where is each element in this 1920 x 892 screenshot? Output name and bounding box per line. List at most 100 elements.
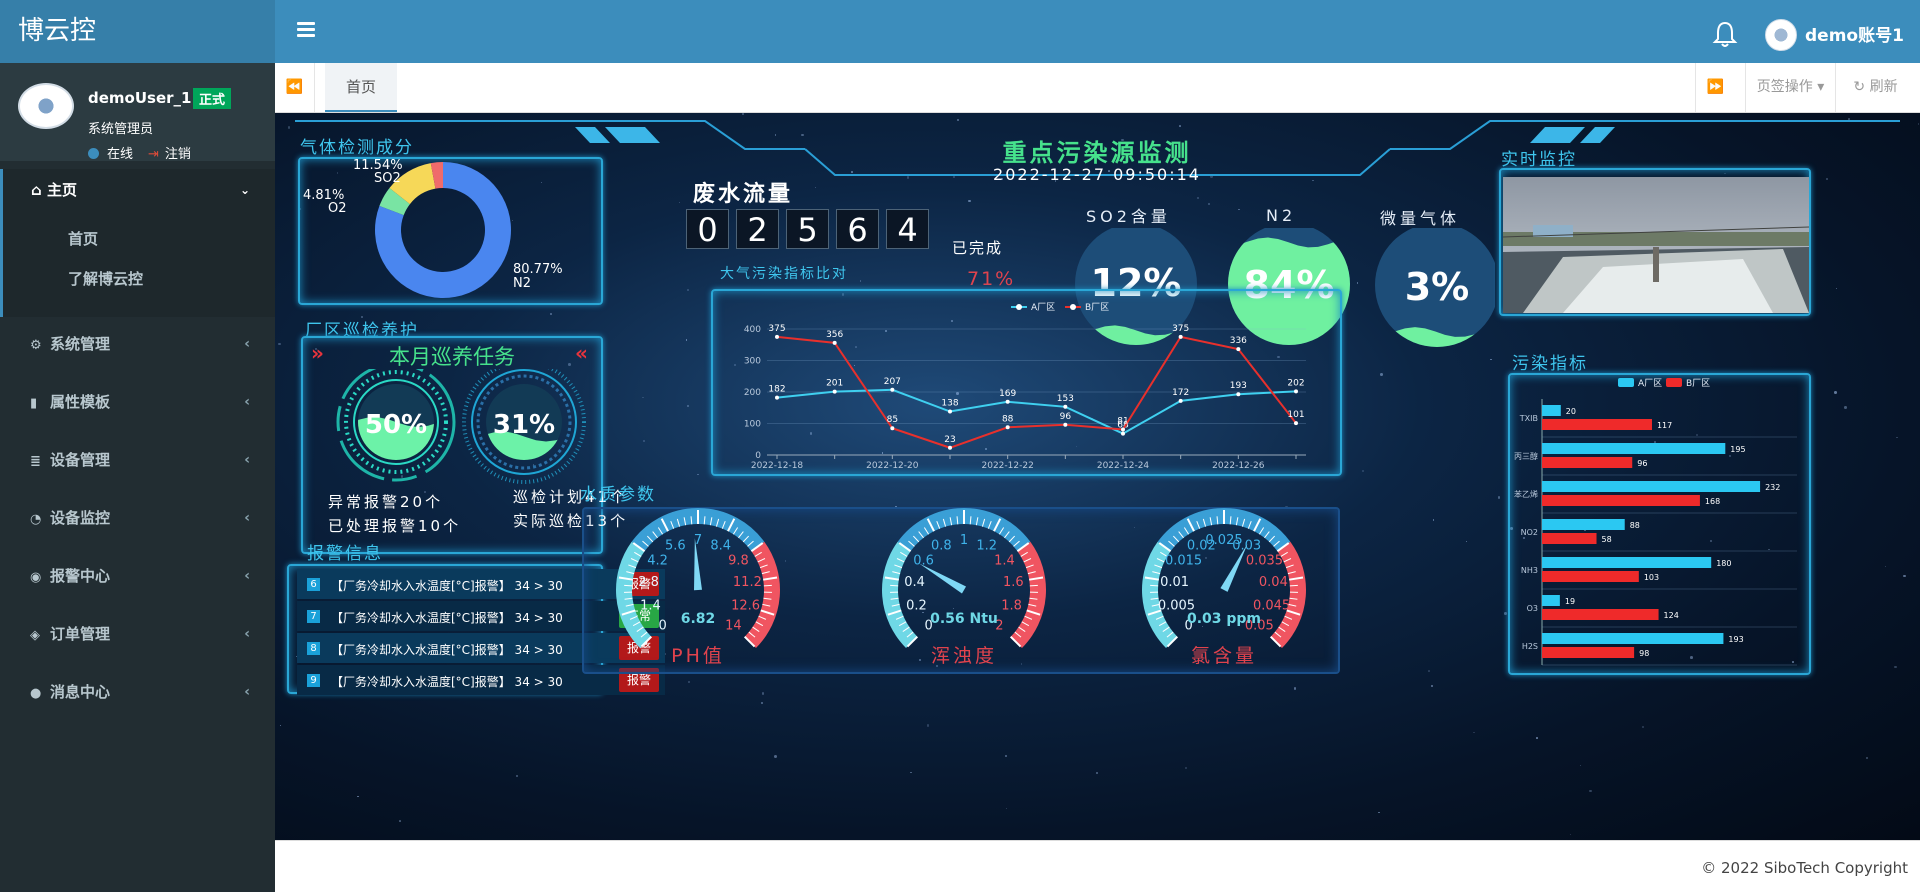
star-decoration — [1579, 764, 1582, 766]
online-label: 在线 — [107, 147, 134, 162]
star-decoration — [1293, 687, 1297, 691]
bar — [1542, 595, 1560, 606]
gauge-tick — [890, 584, 899, 587]
sidebar-item-template[interactable]: ▮ 属性模板 ‹ — [0, 373, 275, 431]
sidebar-item-monitor[interactable]: ◔ 设备监控 ‹ — [0, 489, 275, 547]
dashboard-title: 重点污染源监测 — [1002, 139, 1192, 167]
star-decoration — [1896, 436, 1898, 439]
sidebar-subitem-index[interactable]: 首页 — [3, 219, 275, 259]
refresh-button[interactable]: ↻ 刷新 — [1835, 63, 1915, 112]
chevron-left-icon: ‹ — [244, 626, 250, 642]
legend-marker — [1016, 304, 1022, 310]
tab-scroll-right-button[interactable]: ⏩ — [1695, 63, 1735, 112]
data-point — [1005, 425, 1010, 430]
star-decoration — [1238, 208, 1240, 211]
data-label: 88 — [1002, 414, 1014, 424]
data-point — [1005, 399, 1010, 404]
star-decoration — [643, 440, 645, 442]
data-point — [1121, 431, 1125, 436]
sidebar-item-label: 订单管理 — [50, 625, 111, 643]
alarm-text: 【厂务冷却水入水温度[°C]报警】 34 > 30 — [331, 675, 563, 689]
copyright-text: © 2022 SiboTech Copyright — [1701, 859, 1908, 877]
bar-value-label: 96 — [1637, 459, 1647, 468]
star-decoration — [1844, 406, 1847, 410]
inspection-left-line2: 已处理报警10个 — [328, 517, 462, 535]
home-icon: ⌂ — [31, 181, 47, 199]
status-badge: 正式 — [193, 88, 232, 109]
star-decoration — [1490, 358, 1493, 361]
chevron-left-icon: ‹ — [244, 452, 250, 468]
star-decoration — [1834, 390, 1838, 394]
account-name[interactable]: demo账号1 — [1805, 0, 1904, 72]
avatar[interactable] — [1765, 19, 1797, 51]
sidebar-item-system[interactable]: ⚙ 系统管理 ‹ — [0, 315, 275, 373]
star-decoration — [399, 820, 401, 823]
sign-out-icon: ⇥ — [148, 147, 159, 162]
tab-home[interactable]: 首页 — [325, 63, 397, 112]
pollution-line-chart: 0 100 200 300 400 2022-12-18 2022-12-20 2022-12… — [744, 302, 1306, 471]
sidebar-item-label: 报警中心 — [50, 567, 111, 585]
inspection-percent-left: 50% — [365, 410, 427, 440]
logout-link[interactable]: ⇥ 注销 — [148, 143, 191, 162]
bubble-label-n2: N2 — [1266, 206, 1297, 225]
bar-value-label: 193 — [1728, 635, 1743, 644]
bubble-value-trace: 3% — [1405, 265, 1470, 309]
star-decoration — [860, 280, 862, 282]
flow-digit: 2 — [736, 209, 779, 249]
bar — [1542, 481, 1761, 492]
star-decoration — [1095, 771, 1098, 775]
donut-label-n2-percent: 80.77% — [513, 262, 563, 277]
brand-logo[interactable]: 博云控 — [0, 0, 275, 63]
sidebar-item-alarm[interactable]: ◉ 报警中心 ‹ — [0, 547, 275, 605]
gauge-tick-label: 0.035 — [1246, 554, 1283, 569]
section-title-line-chart: 大气污染指标比对 — [720, 266, 848, 282]
gauge-tick-label: 1.6 — [1003, 575, 1024, 590]
tab-scroll-left-button[interactable]: ⏪ — [275, 63, 315, 112]
bar — [1542, 443, 1726, 454]
data-label: 202 — [1287, 378, 1304, 388]
user-name: demoUser_1 — [88, 89, 192, 107]
section-title-pollution: 污染指标 — [1512, 354, 1588, 374]
gauge-tick-label: 1.8 — [1001, 598, 1022, 613]
bell-icon[interactable] — [1712, 20, 1738, 48]
bar-value-label: 103 — [1644, 573, 1659, 582]
star-decoration — [642, 396, 644, 399]
sidebar-group-home: ⌂ 主页 ⌄ 首页 了解博云控 — [0, 169, 275, 317]
online-status: 在线 — [88, 143, 133, 162]
gauge-tick — [1150, 584, 1159, 587]
gauge-tick-label: 14 — [725, 618, 742, 633]
data-point — [948, 445, 952, 450]
sidebar-item-message[interactable]: ● 消息中心 ‹ — [0, 663, 275, 721]
data-point — [775, 334, 779, 339]
flow-digit: 6 — [836, 209, 879, 249]
sidebar-subitem-about[interactable]: 了解博云控 — [3, 259, 275, 299]
alarm-list: 6 【厂务冷却水入水温度[°C]报警】 34 > 30 报警 7 【厂务冷却水入水温度[… — [297, 569, 665, 695]
chevron-left-icon: ‹ — [244, 510, 250, 526]
sidebar-item-home[interactable]: ⌂ 主页 ⌄ — [3, 169, 275, 211]
data-point — [1063, 422, 1068, 427]
sidebar-item-order[interactable]: ◈ 订单管理 ‹ — [0, 605, 275, 663]
logout-label: 注销 — [164, 147, 191, 162]
data-label: 138 — [941, 399, 958, 409]
chevron-left-icon: ‹ — [244, 684, 250, 700]
menu-toggle-icon[interactable] — [297, 22, 315, 38]
tab-ops-label: 页签操作 — [1756, 79, 1813, 95]
gauge-tick-label: 0.04 — [1259, 575, 1288, 590]
comment-icon: ● — [30, 686, 42, 701]
gas-donut-chart: 80.77% N2 4.81% O2 11.54% SO2 — [303, 158, 563, 298]
star-decoration — [678, 201, 680, 203]
sidebar-item-device[interactable]: ≣ 设备管理 ‹ — [0, 431, 275, 489]
bar — [1542, 405, 1561, 416]
camera-feed-image[interactable] — [1503, 177, 1809, 313]
online-dot-icon — [88, 148, 99, 159]
tab-ops-dropdown[interactable]: 页签操作 ▾ — [1745, 63, 1835, 112]
gauge-tick-label: 1.4 — [640, 598, 661, 613]
star-decoration — [1378, 811, 1380, 814]
star-decoration — [1884, 565, 1886, 567]
donut-label-o2: O2 — [328, 201, 347, 216]
dashboard-icon: ◔ — [30, 512, 42, 527]
data-label: 96 — [1060, 412, 1072, 422]
gauge-tick-label: 1.4 — [994, 554, 1015, 569]
data-label: 169 — [999, 389, 1016, 399]
data-label: 207 — [884, 377, 901, 387]
